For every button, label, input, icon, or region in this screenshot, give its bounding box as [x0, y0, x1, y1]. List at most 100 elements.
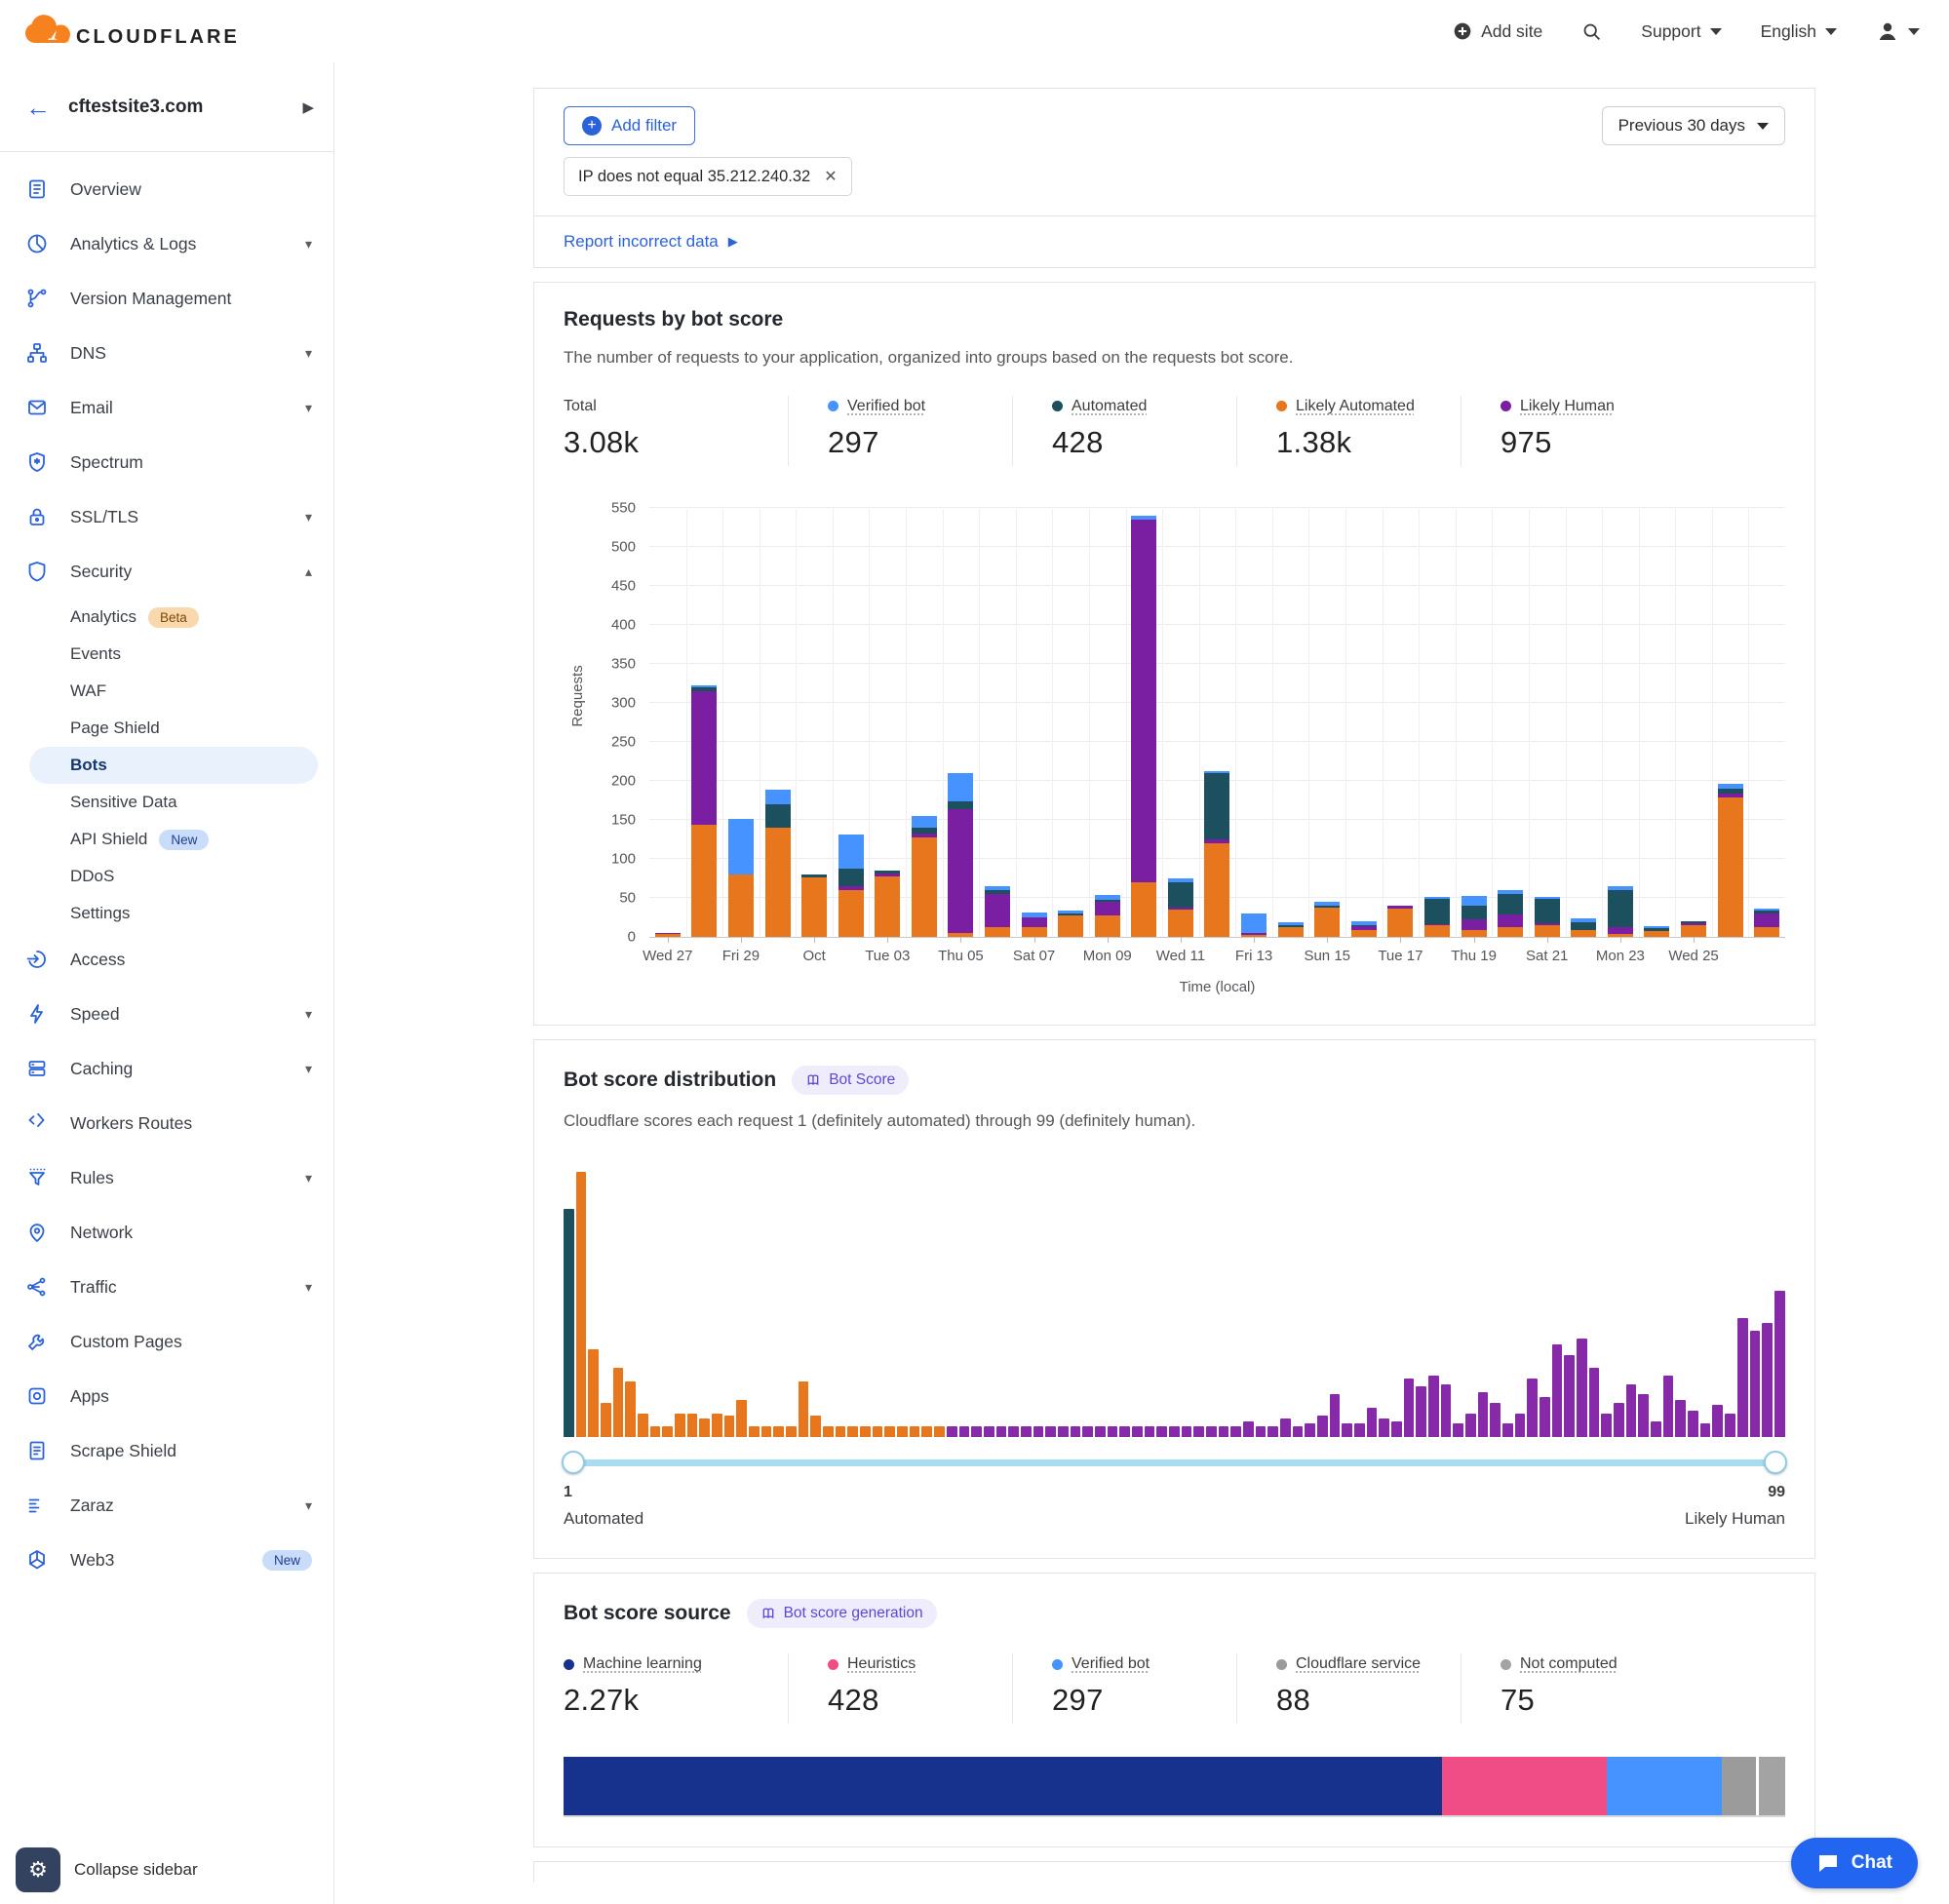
- sidebar-item-page-shield[interactable]: Page Shield: [0, 710, 333, 747]
- stat-label[interactable]: Heuristics: [847, 1655, 916, 1673]
- stat-label[interactable]: Automated: [1072, 398, 1147, 415]
- sidebar-item-overview[interactable]: Overview: [0, 162, 333, 216]
- sidebar: ← cftestsite3.com ▶ OverviewAnalytics & …: [0, 62, 334, 1904]
- report-incorrect-data-link[interactable]: Report incorrect data: [564, 232, 719, 252]
- slider-handle-min[interactable]: [562, 1451, 585, 1474]
- preferences-gear-button[interactable]: ⚙: [16, 1847, 60, 1892]
- back-arrow-icon[interactable]: ←: [25, 95, 51, 120]
- legend-dot: [1276, 1659, 1287, 1670]
- segment-likely-automated: [1681, 925, 1706, 937]
- hist-bar-score-7: [638, 1414, 648, 1437]
- site-expand-icon[interactable]: ▶: [302, 98, 314, 116]
- sidebar-item-workers-routes[interactable]: Workers Routes: [0, 1096, 333, 1150]
- sidebar-item-analytics-logs[interactable]: Analytics & Logs▾: [0, 216, 333, 271]
- stat-value: 88: [1276, 1683, 1422, 1718]
- segment-automated: [1498, 894, 1523, 915]
- stat-label[interactable]: Verified bot: [1072, 1655, 1150, 1673]
- add-filter-button[interactable]: + Add filter: [564, 106, 695, 145]
- hist-bar-score-9: [662, 1426, 673, 1437]
- sidebar-item-caching[interactable]: Caching▾: [0, 1041, 333, 1096]
- sidebar-item-access[interactable]: Access: [0, 932, 333, 987]
- segment-likely-automated: [1718, 797, 1743, 936]
- sidebar-item-waf[interactable]: WAF: [0, 673, 333, 710]
- sidebar-item-api-shield[interactable]: API ShieldNew: [0, 821, 333, 858]
- segment-automated: [1608, 890, 1633, 927]
- remove-filter-icon[interactable]: ✕: [824, 167, 837, 186]
- source-stats-row: Machine learning2.27kHeuristics428Verifi…: [564, 1653, 1785, 1724]
- sidebar-item-scrape-shield[interactable]: Scrape Shield: [0, 1423, 333, 1478]
- hist-bar-score-21: [810, 1416, 821, 1437]
- hist-bar-score-39: [1033, 1426, 1044, 1437]
- sidebar-item-sensitive-data[interactable]: Sensitive Data: [0, 784, 333, 821]
- sidebar-item-speed[interactable]: Speed▾: [0, 987, 333, 1041]
- sidebar-item-analytics[interactable]: AnalyticsBeta: [0, 599, 333, 636]
- bot-score-badge[interactable]: Bot Score: [792, 1066, 909, 1095]
- support-menu[interactable]: Support: [1641, 21, 1721, 42]
- stat-label[interactable]: Verified bot: [847, 398, 925, 415]
- hist-bar-score-83: [1577, 1339, 1587, 1437]
- sidebar-item-dns[interactable]: DNS▾: [0, 326, 333, 380]
- chat-button[interactable]: Chat: [1791, 1838, 1918, 1888]
- bot-score-generation-badge[interactable]: Bot score generation: [747, 1599, 937, 1628]
- search-button[interactable]: [1581, 21, 1602, 42]
- sidebar-item-settings[interactable]: Settings: [0, 895, 333, 932]
- account-menu[interactable]: [1876, 19, 1920, 43]
- bar-thu-12: [1199, 509, 1236, 937]
- stat-machine-learning: Machine learning2.27k: [564, 1653, 788, 1724]
- hist-bar-score-96: [1737, 1318, 1748, 1437]
- hist-bar-score-71: [1428, 1376, 1439, 1437]
- legend-dot: [828, 1659, 838, 1670]
- segment-likely-human: [948, 809, 973, 932]
- legend-dot: [1501, 401, 1511, 411]
- source-segment-machine-learning: [564, 1757, 1442, 1815]
- sidebar-item-zaraz[interactable]: Zaraz▾: [0, 1478, 333, 1533]
- sidebar-item-spectrum[interactable]: Spectrum: [0, 435, 333, 489]
- segment-automated: [948, 801, 973, 809]
- sidebar-item-rules[interactable]: Rules▾: [0, 1150, 333, 1205]
- language-menu[interactable]: English: [1761, 21, 1837, 42]
- bar-fri-13: [1235, 509, 1272, 937]
- sidebar-item-custom-pages[interactable]: Custom Pages: [0, 1314, 333, 1369]
- x-tick-mark: [1620, 937, 1621, 943]
- slider-track[interactable]: [564, 1459, 1785, 1466]
- sidebar-item-traffic[interactable]: Traffic▾: [0, 1260, 333, 1314]
- segment-likely-automated: [1498, 927, 1523, 937]
- sidebar-item-security[interactable]: Security▴: [0, 544, 333, 599]
- sidebar-item-email[interactable]: Email▾: [0, 380, 333, 435]
- stat-label[interactable]: Machine learning: [583, 1655, 702, 1673]
- slider-handle-max[interactable]: [1764, 1451, 1787, 1474]
- add-site-button[interactable]: Add site: [1453, 21, 1542, 42]
- hist-bar-score-70: [1416, 1386, 1426, 1437]
- sidebar-item-ddos[interactable]: DDoS: [0, 858, 333, 895]
- segment-likely-automated: [1754, 927, 1779, 937]
- search-icon: [1581, 21, 1602, 42]
- stat-label[interactable]: Cloudflare service: [1296, 1655, 1421, 1673]
- x-tick-mark: [1400, 937, 1401, 943]
- sidebar-item-apps[interactable]: Apps: [0, 1369, 333, 1423]
- bot-score-histogram: [564, 1172, 1785, 1437]
- sidebar-item-network[interactable]: Network: [0, 1205, 333, 1260]
- sidebar-item-bots[interactable]: Bots: [29, 747, 318, 784]
- x-tick-mark: [1108, 937, 1109, 943]
- plus-circle-icon: [1453, 21, 1472, 41]
- stat-label[interactable]: Likely Human: [1520, 398, 1615, 415]
- stat-label[interactable]: Not computed: [1520, 1655, 1618, 1673]
- hist-bar-score-22: [823, 1426, 834, 1437]
- sidebar-item-events[interactable]: Events: [0, 636, 333, 673]
- bar-wed-04: [906, 509, 943, 937]
- sidebar-item-ssl-tls[interactable]: SSL/TLS▾: [0, 489, 333, 544]
- collapse-sidebar-button[interactable]: Collapse sidebar: [74, 1860, 198, 1880]
- site-name: cftestsite3.com: [68, 97, 285, 118]
- x-tick-label: Sun 15: [1304, 948, 1350, 964]
- score-range-slider: [564, 1451, 1785, 1474]
- bar-tue-17: [1383, 509, 1420, 937]
- sidebar-item-version-management[interactable]: Version Management: [0, 271, 333, 326]
- date-range-dropdown[interactable]: Previous 30 days: [1602, 106, 1785, 145]
- bar-fri-06: [979, 509, 1016, 937]
- sidebar-item-web3[interactable]: Web3New: [0, 1533, 333, 1587]
- hist-bar-score-99: [1774, 1291, 1785, 1437]
- stat-label[interactable]: Likely Automated: [1296, 398, 1415, 415]
- plus-icon: +: [582, 116, 602, 136]
- segment-likely-human: [1754, 913, 1779, 927]
- rules-icon: [25, 1166, 49, 1189]
